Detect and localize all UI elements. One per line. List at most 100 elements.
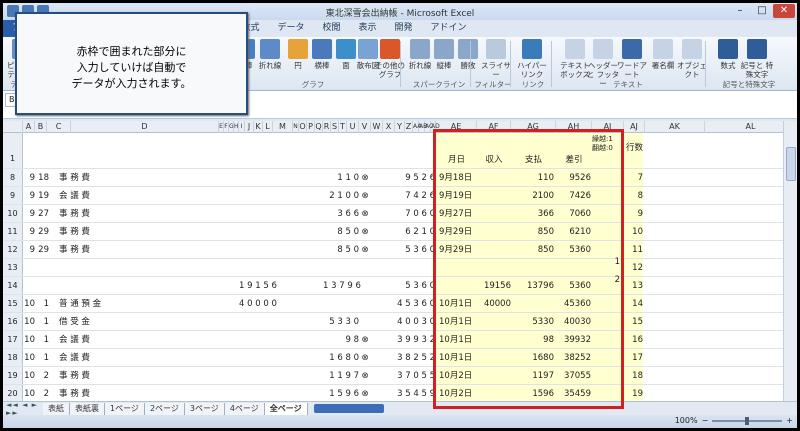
column-header-w[interactable]: W [371,121,383,133]
cell-month[interactable]: 10 [23,349,35,367]
cell-day[interactable]: 1 [35,295,49,313]
column-header-a[interactable]: A [23,121,35,133]
sheet-tab[interactable]: 表紙裏 [70,402,105,415]
column-header-z[interactable]: Z [405,121,413,133]
cell-tax-mark[interactable]: ⊗ [359,205,371,223]
header-row-count[interactable]: 行数 [624,139,645,157]
cell-account[interactable]: 事 務 費 [59,385,129,401]
cell-payment-digits[interactable]: 5 3 3 0 [313,313,359,331]
cell-account[interactable]: 事 務 費 [59,223,129,241]
ribbon-button[interactable]: 記号と 特殊文字 [740,39,774,79]
cell-row-count[interactable]: 11 [624,241,643,259]
column-header-r[interactable]: R [323,121,331,133]
cell-month[interactable]: 9 [23,169,35,187]
close-icon[interactable]: ✕ [773,4,795,18]
sheet-tab[interactable]: 表紙 [43,402,70,415]
sheet-tab[interactable]: 全ページ [264,402,308,415]
cell-tax-mark[interactable]: ⊗ [359,331,371,349]
column-header-v[interactable]: V [359,121,371,133]
cell-balance-digits[interactable]: 4 0 0 3 0 [389,313,435,331]
cell-row-count[interactable]: 17 [624,349,643,367]
ribbon-button[interactable]: スライサー [479,39,513,79]
cell-day[interactable]: 1 [35,331,49,349]
column-header-ak[interactable]: AK [645,121,705,133]
cell-income-digits[interactable]: 4 0 0 0 0 [239,295,279,313]
cell-balance-digits[interactable]: 3 8 2 5 2 [389,349,435,367]
cell-month[interactable]: 9 [23,223,35,241]
column-header-p[interactable]: P [307,121,315,133]
cell-tax-mark[interactable]: ⊗ [359,223,371,241]
sheet-tab[interactable]: 2ページ [144,402,185,415]
maximize-icon[interactable]: □ [751,4,773,18]
cell-row-count[interactable]: 13 [624,277,643,295]
cell-tax-mark[interactable]: ⊗ [359,241,371,259]
vertical-scrollbar[interactable] [783,121,797,401]
column-header-j[interactable]: J [245,121,254,133]
row-header[interactable]: 16 [3,313,23,330]
cell-tax-mark[interactable]: ⊗ [359,349,371,367]
cell-balance-digits[interactable]: 3 7 0 5 5 [389,367,435,385]
cell-month[interactable]: 10 [23,367,35,385]
cell-account[interactable]: 事 務 費 [59,169,129,187]
cell-payment-digits[interactable] [313,277,359,295]
cell-payment-digits[interactable]: 8 5 0 [313,223,359,241]
cell-day[interactable]: 1 [35,349,49,367]
cell-payment-digits[interactable] [313,295,359,313]
ribbon-button[interactable]: その他のグラフ [373,39,407,79]
row-header[interactable]: 10 [3,205,23,222]
cell-month[interactable]: 10 [23,313,35,331]
row-header[interactable]: 18 [3,349,23,366]
horizontal-scrollbar[interactable] [313,404,384,413]
cell-month[interactable]: 9 [23,205,35,223]
cell-balance-digits[interactable]: 4 5 3 6 0 [389,295,435,313]
column-header-q[interactable]: Q [315,121,323,133]
cell-account[interactable]: 普 通 預 金 [59,295,129,313]
tab-5[interactable]: データ [268,20,313,37]
cell-row-count[interactable]: 18 [624,367,643,385]
cell-day[interactable]: 18 [35,169,49,187]
cell-month[interactable]: 9 [23,187,35,205]
row-header[interactable]: 14 [3,277,23,294]
sheet-tab[interactable]: 4ページ [224,402,265,415]
column-header-t[interactable]: T [339,121,347,133]
cell-tax-mark[interactable] [359,259,371,277]
cell-tax-mark[interactable] [359,313,371,331]
cell-tax-mark[interactable]: ⊗ [359,169,371,187]
cell-balance-digits[interactable]: 5 3 6 0 [389,277,435,295]
cell-day[interactable] [35,259,49,277]
row-header[interactable]: 20 [3,385,23,401]
cell-day[interactable]: 29 [35,223,49,241]
row-header[interactable]: 11 [3,223,23,240]
cell-balance-digits[interactable]: 5 3 6 0 [389,241,435,259]
row-header[interactable]: 15 [3,295,23,312]
cell-row-count[interactable]: 9 [624,205,643,223]
zoom-slider[interactable] [712,416,783,425]
worksheet-grid[interactable]: A B C D E F G H I J K L M N O P Q R S T U V W X Y Z AA AB AC AD AE AF AG… [3,121,797,401]
cell-account[interactable]: 会 議 費 [59,349,129,367]
scroll-thumb[interactable] [786,147,796,181]
cell-row-count[interactable]: 10 [624,223,643,241]
cell-tax-mark[interactable]: ⊗ [359,385,371,401]
cell-row-count[interactable]: 12 [624,259,643,277]
tab-9[interactable]: アドイン [422,20,476,37]
column-header-x[interactable]: X [383,121,395,133]
cell-row-count[interactable]: 14 [624,295,643,313]
cell-payment-digits[interactable]: 1 6 8 0 [313,349,359,367]
cell-payment-digits[interactable]: 1 5 9 6 [313,385,359,401]
cell-account[interactable]: 事 務 費 [59,241,129,259]
cell-account[interactable] [59,259,129,277]
cell-day[interactable]: 29 [35,241,49,259]
cell-month[interactable]: 10 [23,295,35,313]
row-header[interactable]: 12 [3,241,23,258]
column-header-o[interactable]: O [299,121,307,133]
cell-day[interactable]: 27 [35,205,49,223]
row-header[interactable]: 8 [3,169,23,186]
cell-payment-digits[interactable]: 8 5 0 [313,241,359,259]
cell-payment-digits[interactable] [313,259,359,277]
cell-month[interactable]: 10 [23,331,35,349]
sheet-tab[interactable]: 3ページ [184,402,225,415]
ribbon-button[interactable]: オブジェクト [675,39,709,79]
column-header-b[interactable]: B [35,121,47,133]
cell-day[interactable] [35,277,49,295]
zoom-out-icon[interactable]: − [702,416,709,425]
